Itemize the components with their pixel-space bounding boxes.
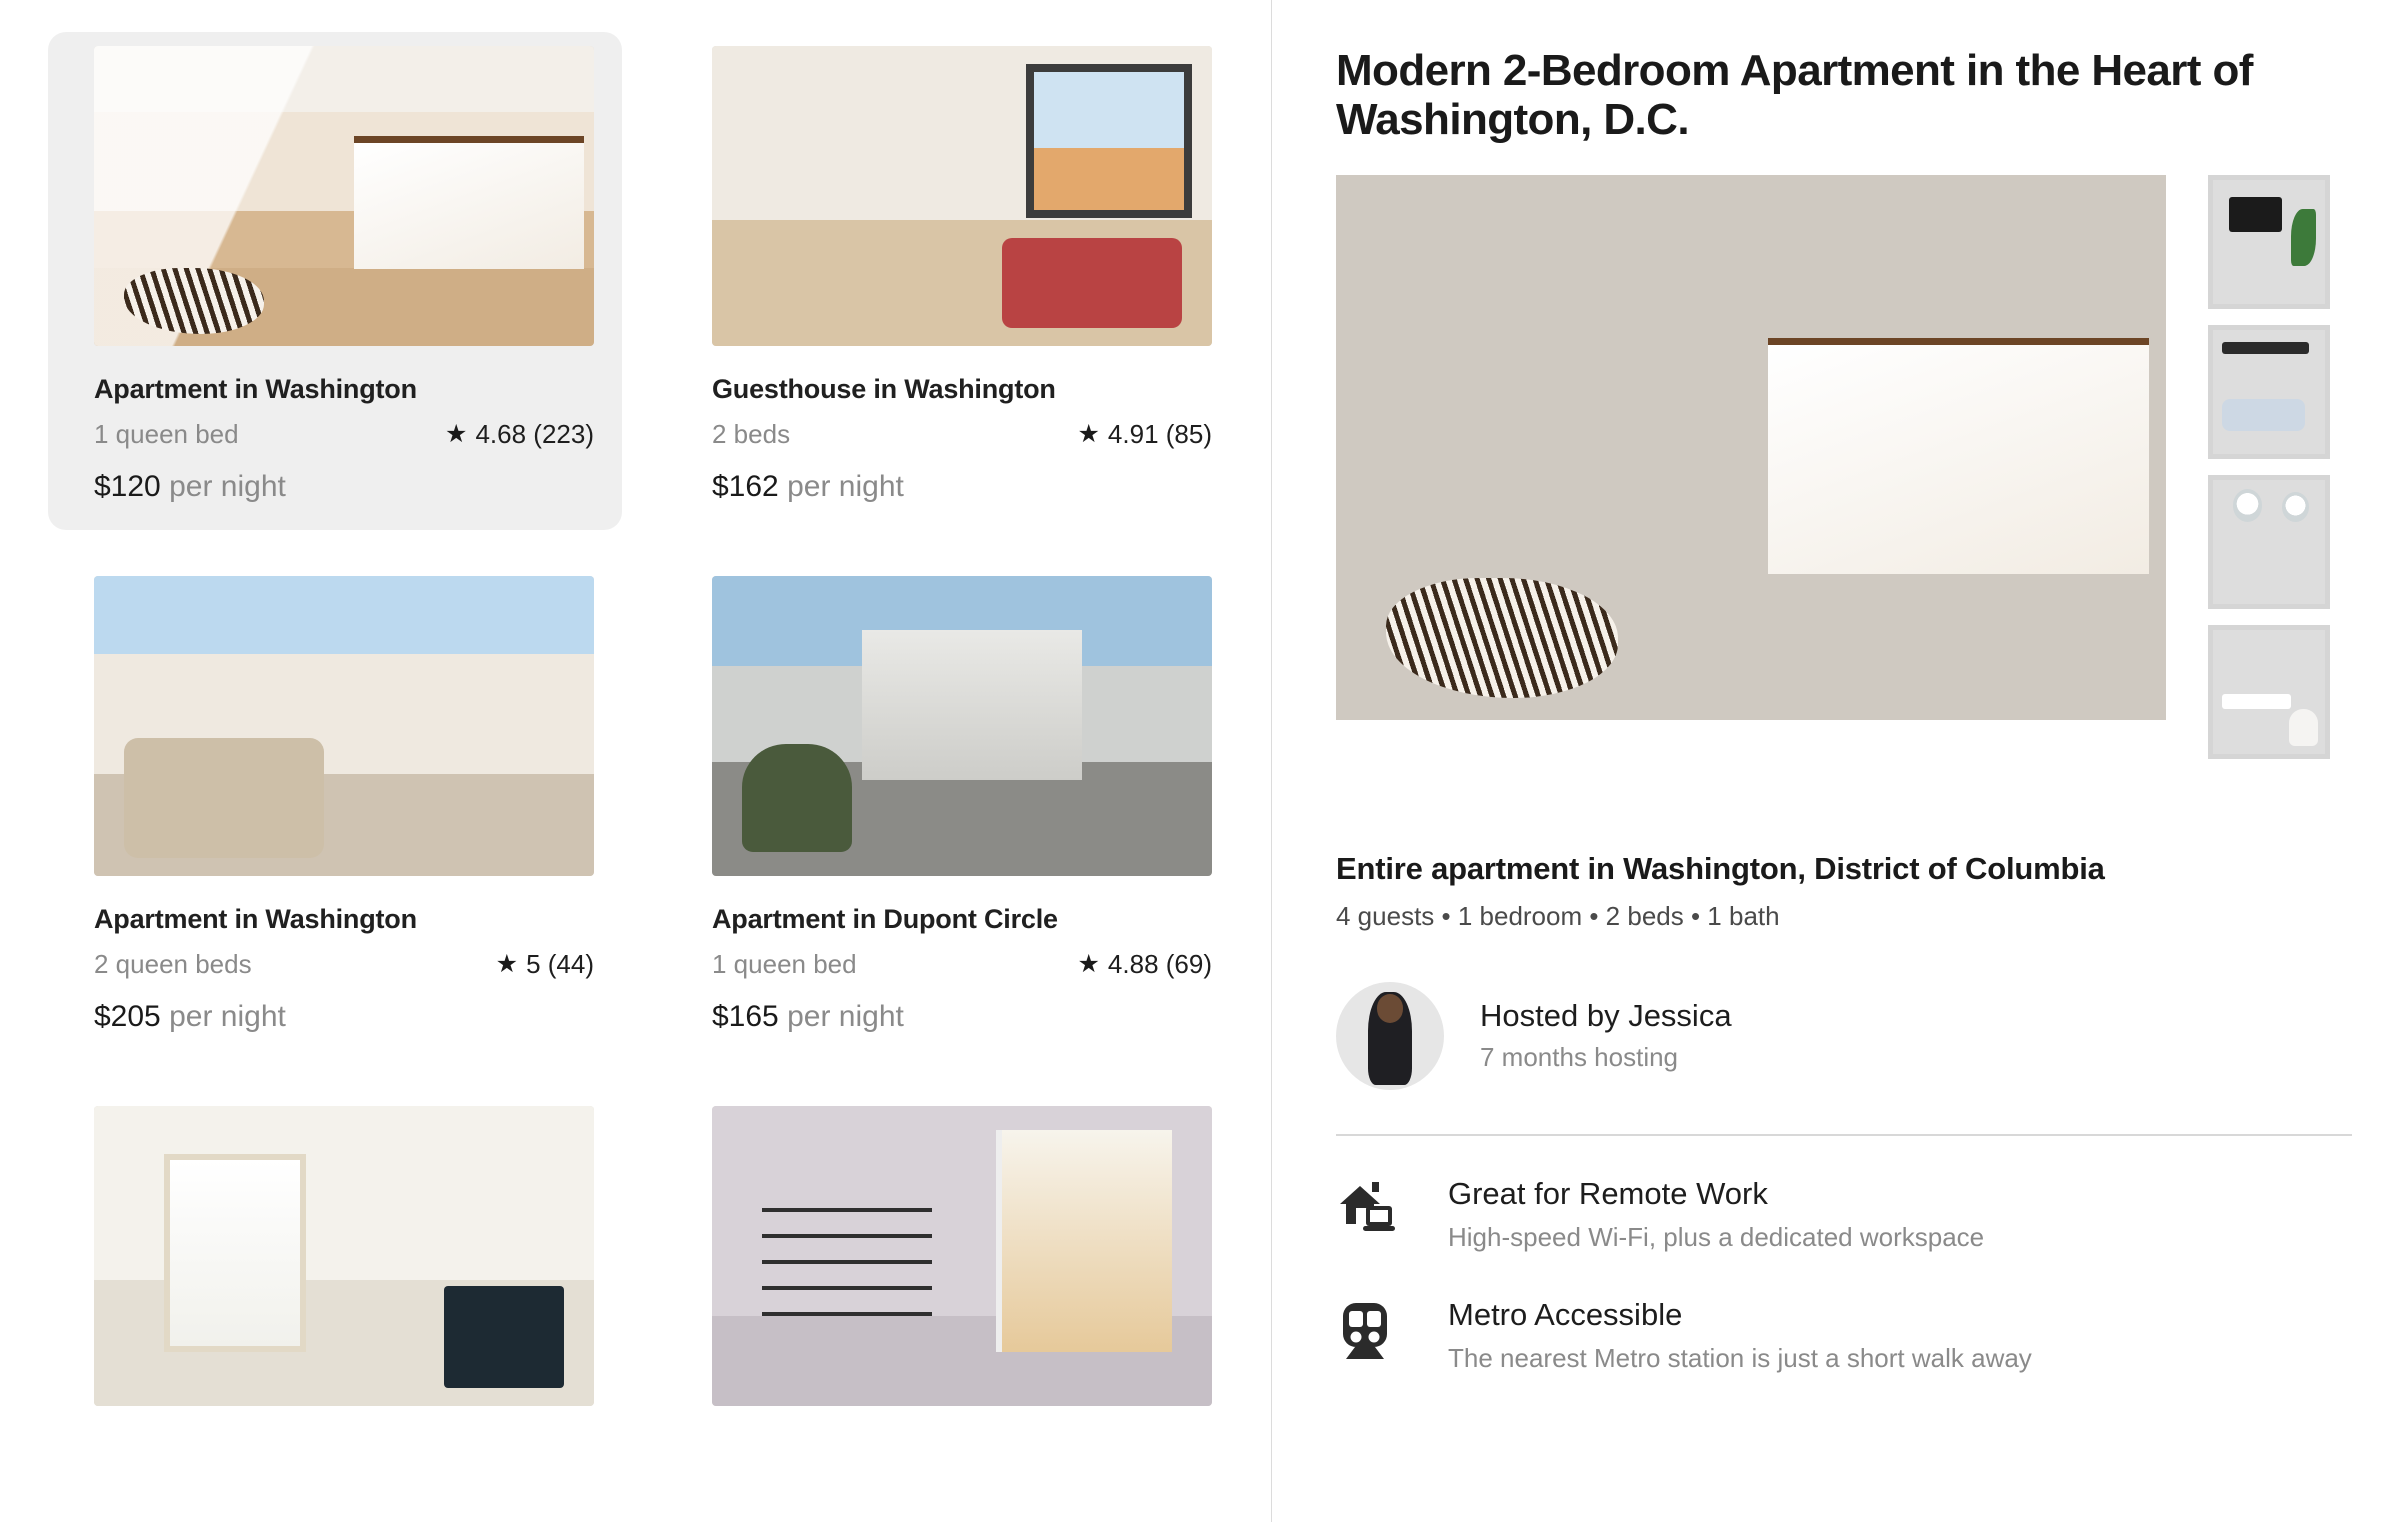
star-icon: ★	[495, 950, 519, 978]
photo-gallery	[1336, 174, 2382, 759]
listing-beds: 1 queen bed	[712, 949, 857, 979]
amenity-description: The nearest Metro station is just a shor…	[1448, 1342, 2032, 1373]
price-amount: $205	[94, 1000, 161, 1033]
listing-photo[interactable]	[712, 46, 1212, 346]
star-icon: ★	[1077, 950, 1100, 978]
listing-grid: Apartment in Washington 1 queen bed ★ 4.…	[48, 32, 1240, 1432]
hero-photo[interactable]	[1336, 174, 2166, 720]
gallery-thumbnail[interactable]	[2208, 174, 2330, 309]
rating-value: 4.88 (69)	[1107, 949, 1212, 979]
listing-title: Guesthouse in Washington	[712, 374, 1056, 404]
price-suffix: per night	[160, 1000, 286, 1033]
listing-meta: 1 queen bed ★ 4.88 (69)	[712, 949, 1212, 980]
gallery-thumbnail[interactable]	[2208, 324, 2330, 459]
metro-train-icon	[1336, 1297, 1402, 1368]
rating-value: 4.91 (85)	[1107, 419, 1212, 449]
listing-photo[interactable]	[94, 576, 594, 876]
listing-meta: 2 beds ★ 4.91 (85)	[712, 419, 1212, 450]
listing-meta: 1 queen bed ★ 4.68 (223)	[94, 419, 594, 450]
listing-price: $165 per night	[712, 1000, 1212, 1034]
living-room-photo	[94, 576, 594, 876]
listing-card[interactable]	[48, 1092, 622, 1432]
page-title: Modern 2-Bedroom Apartment in the Heart …	[1336, 46, 2253, 145]
price-amount: $120	[94, 470, 161, 503]
listing-card[interactable]: Apartment in Dupont Circle 1 queen bed ★…	[666, 562, 1240, 1060]
gallery-thumbnail[interactable]	[2208, 474, 2330, 609]
listing-price: $162 per night	[712, 470, 1212, 504]
listing-card[interactable]	[666, 1092, 1240, 1432]
amenity-item: Great for Remote Work High-speed Wi-Fi, …	[1336, 1176, 2382, 1253]
price-suffix: per night	[778, 1000, 904, 1033]
bedroom-photo	[94, 46, 594, 346]
listing-rating: ★ 4.88 (69)	[1078, 949, 1213, 980]
star-icon: ★	[445, 420, 468, 448]
listing-detail-pane: Modern 2-Bedroom Apartment in the Heart …	[1272, 0, 2382, 1522]
listing-title: Apartment in Washington	[94, 374, 417, 404]
amenity-title: Metro Accessible	[1448, 1296, 1683, 1332]
amenity-item: Metro Accessible The nearest Metro stati…	[1336, 1297, 2382, 1374]
guesthouse-photo	[712, 46, 1212, 346]
listing-meta: 2 queen beds ★ 5 (44)	[94, 949, 594, 980]
listing-subtitle: Entire apartment in Washington, District…	[1336, 850, 2105, 886]
listing-card[interactable]: Apartment in Washington 1 queen bed ★ 4.…	[48, 32, 622, 530]
listing-card[interactable]: Guesthouse in Washington 2 beds ★ 4.91 (…	[666, 32, 1240, 530]
listing-price: $120 per night	[94, 470, 594, 504]
listing-facts: 4 guests • 1 bedroom • 2 beds • 1 bath	[1336, 900, 1780, 931]
listing-price: $205 per night	[94, 1000, 594, 1034]
price-suffix: per night	[778, 470, 904, 503]
listing-photo[interactable]	[94, 46, 594, 346]
section-divider	[1336, 1133, 2352, 1136]
host-text: Hosted by Jessica 7 months hosting	[1480, 998, 1732, 1073]
listing-rating: ★ 5 (44)	[496, 949, 594, 980]
balcony-photo	[712, 576, 1212, 876]
host-name: Hosted by Jessica	[1480, 998, 1732, 1034]
listing-browser: Apartment in Washington 1 queen bed ★ 4.…	[0, 0, 2382, 1522]
listing-title: Apartment in Dupont Circle	[712, 904, 1058, 934]
listing-photo[interactable]	[94, 1106, 594, 1406]
host-tenure: 7 months hosting	[1480, 1042, 1679, 1073]
avatar	[1336, 981, 1444, 1090]
price-amount: $165	[712, 1000, 779, 1033]
shelves-window-photo	[712, 1106, 1212, 1406]
curtained-window-photo	[94, 1106, 594, 1406]
listing-beds: 1 queen bed	[94, 419, 239, 449]
amenities-list: Great for Remote Work High-speed Wi-Fi, …	[1336, 1176, 2382, 1374]
listing-title: Apartment in Washington	[94, 904, 417, 934]
price-amount: $162	[712, 470, 779, 503]
star-icon: ★	[1077, 420, 1100, 448]
search-results-pane: Apartment in Washington 1 queen bed ★ 4.…	[0, 0, 1272, 1522]
amenity-text: Metro Accessible The nearest Metro stati…	[1448, 1297, 2032, 1374]
host-section[interactable]: Hosted by Jessica 7 months hosting	[1336, 981, 2382, 1090]
listing-photo[interactable]	[712, 1106, 1212, 1406]
rating-value: 5 (44)	[526, 949, 594, 979]
listing-card[interactable]: Apartment in Washington 2 queen beds ★ 5…	[48, 562, 622, 1060]
home-office-icon	[1336, 1176, 1402, 1241]
amenity-title: Great for Remote Work	[1448, 1175, 1768, 1211]
thumbnail-strip	[2208, 174, 2380, 759]
rating-value: 4.68 (223)	[475, 419, 594, 449]
amenity-description: High-speed Wi-Fi, plus a dedicated works…	[1448, 1221, 1985, 1252]
listing-beds: 2 queen beds	[94, 949, 252, 979]
amenity-text: Great for Remote Work High-speed Wi-Fi, …	[1448, 1176, 1984, 1253]
listing-photo[interactable]	[712, 576, 1212, 876]
listing-rating: ★ 4.91 (85)	[1078, 419, 1213, 450]
listing-beds: 2 beds	[712, 419, 791, 449]
gallery-thumbnail[interactable]	[2208, 624, 2330, 759]
listing-rating: ★ 4.68 (223)	[445, 419, 594, 450]
price-suffix: per night	[160, 470, 286, 503]
